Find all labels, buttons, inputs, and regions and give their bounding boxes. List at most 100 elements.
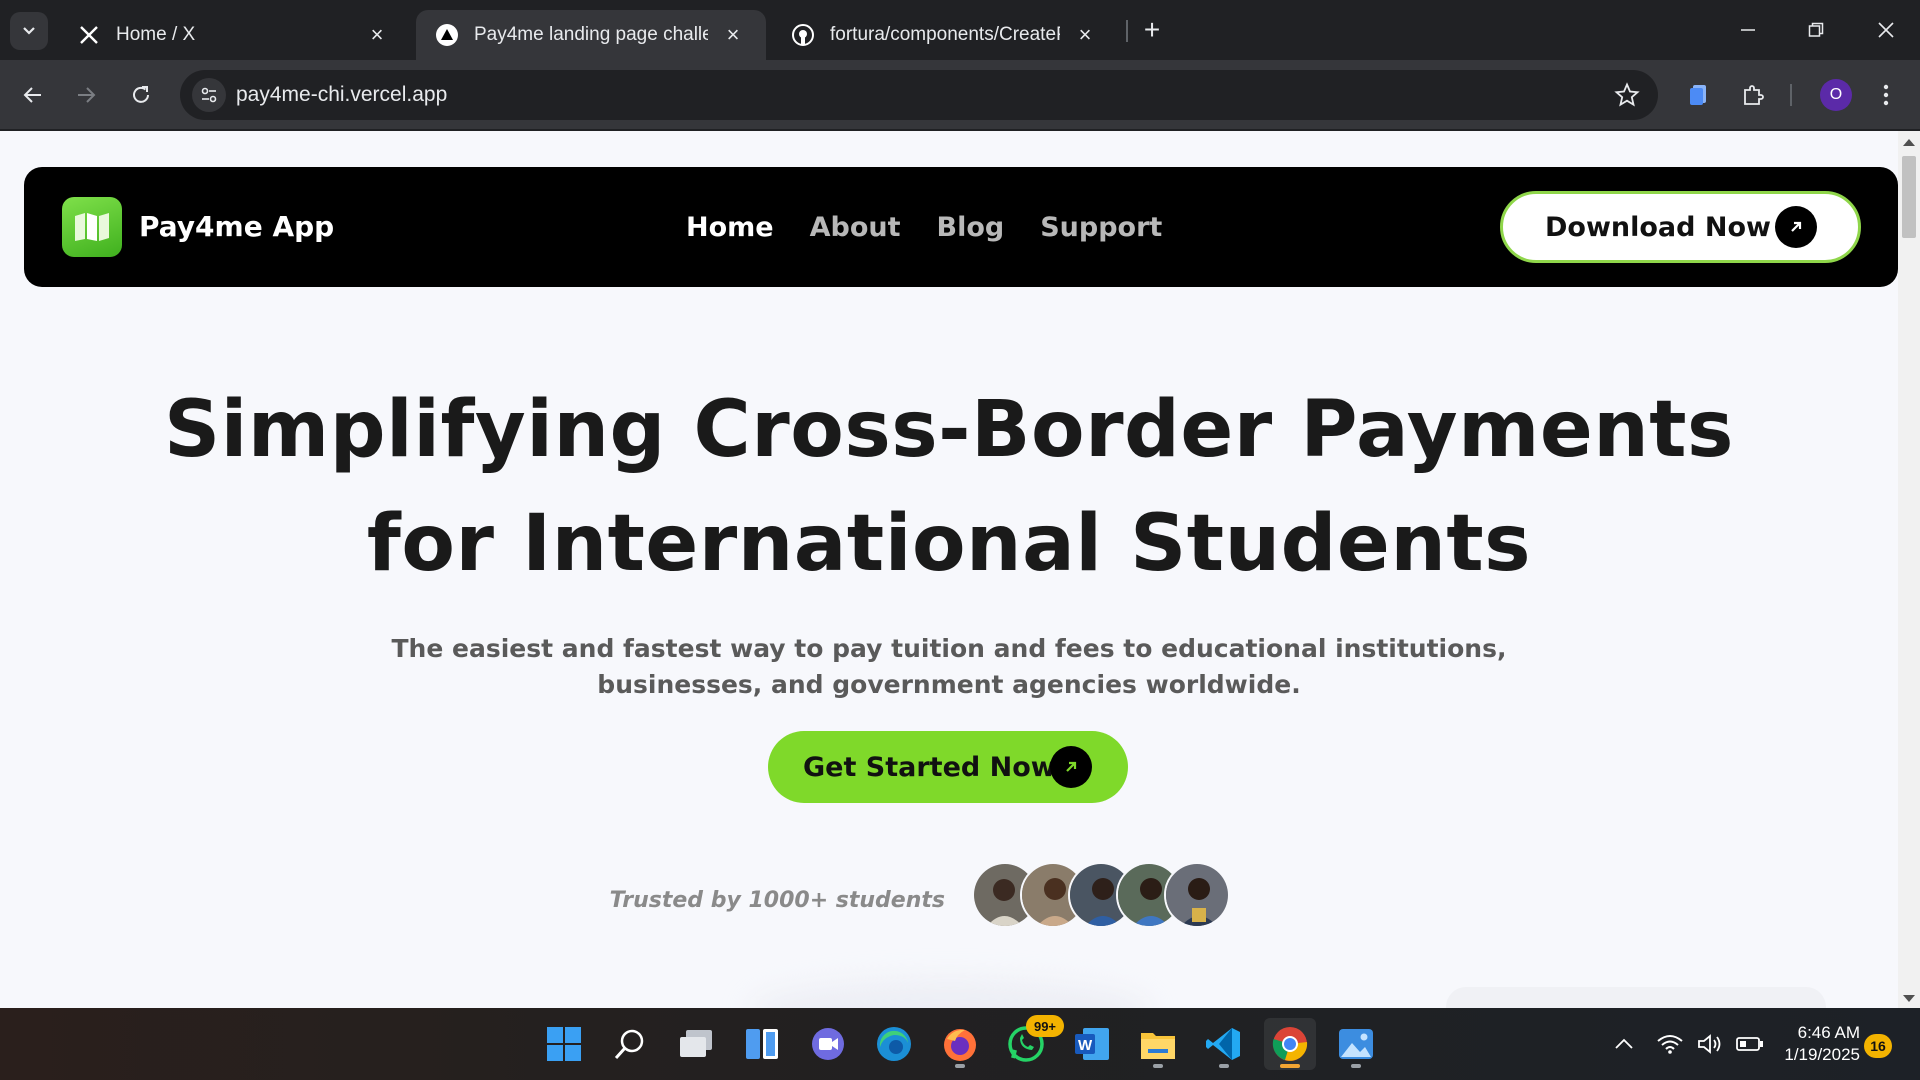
arrow-up-right-icon (1050, 746, 1092, 788)
forward-button[interactable] (68, 77, 104, 113)
clock-date: 1/19/2025 (1784, 1045, 1860, 1064)
new-tab-button[interactable]: + (1136, 14, 1168, 46)
close-tab-icon[interactable]: × (364, 22, 390, 48)
browser-toolbar: pay4me-chi.vercel.app O (0, 60, 1920, 130)
download-now-button[interactable]: Download Now (1500, 191, 1861, 263)
running-indicator (1351, 1064, 1361, 1068)
teams-chat-icon[interactable] (802, 1018, 854, 1070)
bookmark-star-icon[interactable] (1614, 82, 1640, 108)
site-navbar: Pay4me App Home About Blog Support Downl… (24, 167, 1898, 287)
get-started-label: Get Started Now (803, 751, 1056, 783)
url-text[interactable]: pay4me-chi.vercel.app (236, 70, 447, 120)
card-edge (1446, 987, 1826, 1008)
hero-subtitle-line: businesses, and government agencies worl… (597, 670, 1301, 699)
brand-name[interactable]: Pay4me App (139, 167, 334, 287)
close-tab-icon[interactable]: × (1072, 22, 1098, 48)
battery-icon[interactable] (1730, 1018, 1770, 1070)
windows-start-icon[interactable] (538, 1018, 590, 1070)
windows-taskbar: 99+ W 6:46 AM 1/19/2025 16 (0, 1008, 1920, 1080)
tab-pay4me[interactable]: Pay4me landing page challenge × (416, 10, 766, 60)
volume-icon[interactable] (1690, 1018, 1730, 1070)
vercel-triangle-icon (436, 24, 458, 46)
search-icon[interactable] (604, 1018, 656, 1070)
puzzle-icon (1744, 85, 1764, 105)
page-scrollbar[interactable] (1898, 131, 1920, 1008)
nav-home[interactable]: Home (686, 212, 774, 243)
close-tab-icon[interactable]: × (720, 22, 746, 48)
arrow-right-icon (78, 87, 96, 103)
tab-strip: Home / X × Pay4me landing page challenge… (0, 0, 1920, 60)
decorative-glow (750, 981, 1150, 1008)
hero-title-line: for International Students (366, 499, 1532, 589)
address-bar[interactable]: pay4me-chi.vercel.app (180, 70, 1658, 120)
restore-icon (1808, 22, 1824, 37)
restore-button[interactable] (1782, 0, 1850, 60)
download-button-label: Download Now (1545, 211, 1771, 243)
reload-button[interactable] (123, 77, 159, 113)
chevron-up-icon (1615, 1038, 1633, 1049)
notes-extension-icon (1690, 85, 1706, 105)
word-icon[interactable]: W (1066, 1018, 1118, 1070)
student-avatars (972, 862, 1230, 930)
scrollbar-thumb[interactable] (1902, 156, 1916, 238)
more-vertical-icon (1883, 84, 1889, 106)
whatsapp-icon[interactable]: 99+ (1000, 1015, 1064, 1070)
main-nav: Home About Blog Support (686, 167, 1162, 287)
firefox-icon[interactable] (934, 1018, 986, 1070)
photos-icon[interactable] (1330, 1018, 1382, 1070)
nav-about[interactable]: About (810, 212, 901, 243)
wifi-icon[interactable] (1650, 1018, 1690, 1070)
pay4me-logo-icon[interactable] (62, 197, 122, 257)
get-started-button[interactable]: Get Started Now (768, 731, 1128, 803)
running-indicator (1280, 1064, 1300, 1068)
extension-button[interactable] (1680, 77, 1716, 113)
hero-title-line: Simplifying Cross-Border Payments (164, 385, 1734, 475)
minimize-button[interactable] (1714, 0, 1782, 60)
running-indicator (1219, 1064, 1229, 1068)
github-icon (792, 24, 814, 46)
hero-subtitle-line: The easiest and fastest way to pay tuiti… (391, 634, 1507, 663)
tab-home-x[interactable]: Home / X × (58, 10, 410, 60)
scroll-up-arrow-icon[interactable] (1903, 139, 1915, 146)
vscode-icon[interactable] (1198, 1018, 1250, 1070)
tab-title: fortura/components/CreatePost (830, 24, 1060, 45)
tab-search-button[interactable] (10, 12, 48, 50)
system-clock[interactable]: 6:46 AM 1/19/2025 (1770, 1022, 1860, 1066)
edge-icon[interactable] (868, 1018, 920, 1070)
widgets-icon[interactable] (736, 1018, 788, 1070)
scroll-down-arrow-icon[interactable] (1903, 995, 1915, 1002)
nav-support[interactable]: Support (1040, 212, 1162, 243)
close-window-button[interactable] (1852, 0, 1920, 60)
back-button[interactable] (15, 77, 51, 113)
running-indicator (1153, 1064, 1163, 1068)
extensions-menu-button[interactable] (1735, 77, 1771, 113)
close-icon (1878, 22, 1894, 38)
tab-title: Home / X (116, 24, 196, 45)
svg-text:W: W (1078, 1037, 1093, 1054)
file-explorer-icon[interactable] (1132, 1018, 1184, 1070)
nav-blog[interactable]: Blog (937, 212, 1005, 243)
arrow-left-icon (23, 87, 41, 103)
arrow-up-right-icon (1775, 206, 1817, 248)
hero-title: Simplifying Cross-Border Payments for In… (0, 373, 1898, 601)
profile-avatar[interactable]: O (1820, 79, 1852, 111)
toolbar-divider (1790, 84, 1792, 106)
chrome-menu-button[interactable] (1868, 77, 1904, 113)
chrome-icon[interactable] (1264, 1018, 1316, 1070)
tab-title: Pay4me landing page challenge (474, 24, 708, 45)
show-hidden-icons-button[interactable] (1602, 1018, 1646, 1070)
tab-github[interactable]: fortura/components/CreatePost × (772, 10, 1118, 60)
x-logo-icon (78, 24, 100, 46)
notification-badge[interactable]: 16 (1864, 1034, 1892, 1058)
site-settings-icon[interactable] (192, 78, 226, 112)
reload-icon (133, 86, 149, 103)
trusted-by-text: Trusted by 1000+ students (609, 888, 945, 913)
hero-subtitle: The easiest and fastest way to pay tuiti… (380, 631, 1518, 703)
clock-time: 6:46 AM (1797, 1023, 1860, 1042)
minimize-icon (1741, 29, 1755, 31)
task-view-icon[interactable] (670, 1018, 722, 1070)
page-viewport: Pay4me App Home About Blog Support Downl… (0, 131, 1898, 1008)
student-avatar (1164, 862, 1230, 928)
running-indicator (955, 1064, 965, 1068)
chevron-down-icon (23, 27, 35, 35)
